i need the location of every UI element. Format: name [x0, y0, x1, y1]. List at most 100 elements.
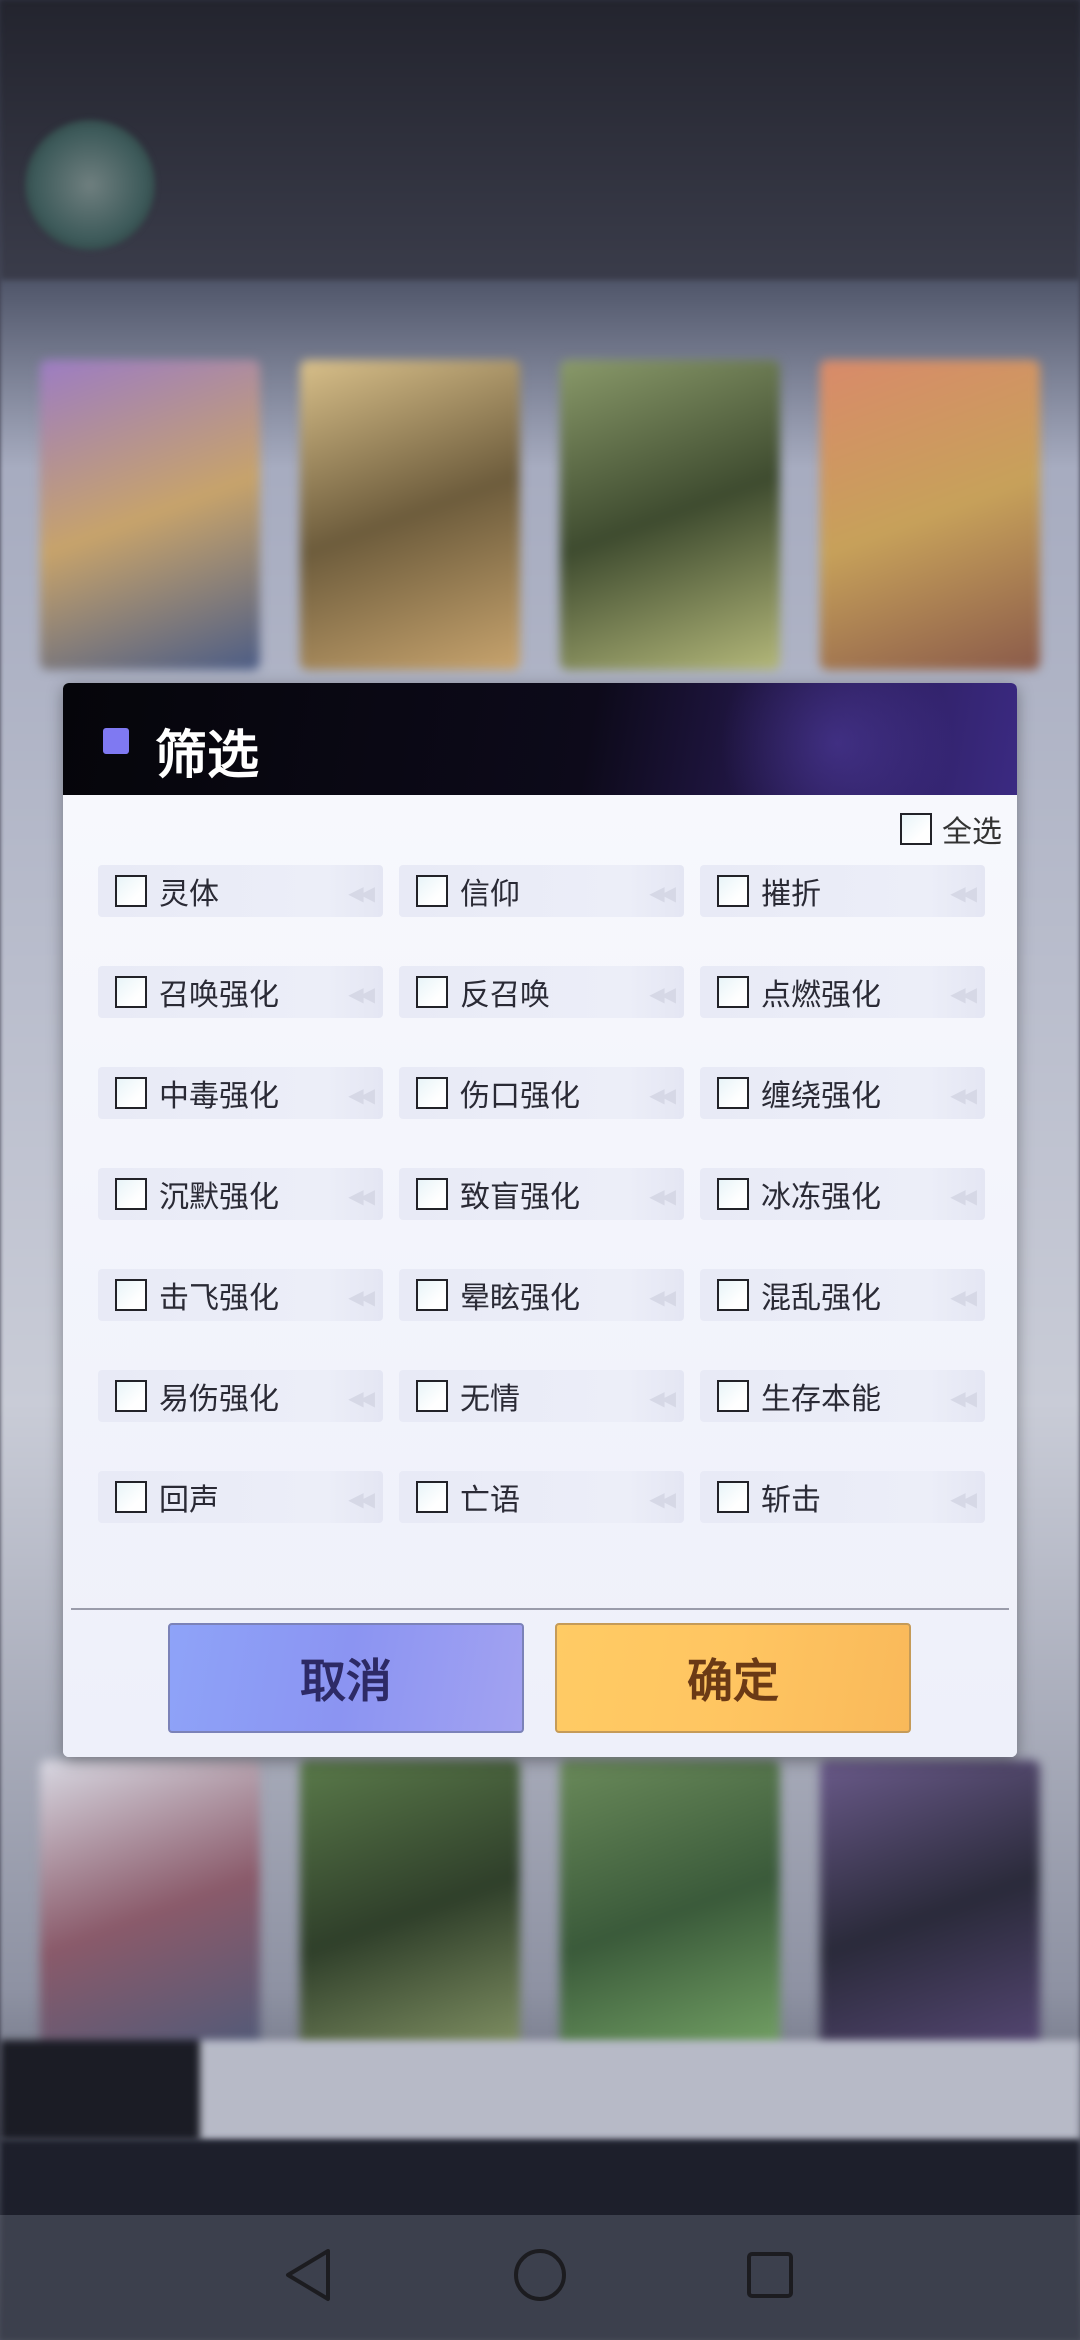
option-label: 伤口强化	[460, 1079, 580, 1114]
blurred-tab-bar	[0, 2040, 1080, 2140]
card-thumbnail	[560, 360, 780, 670]
option-checkbox[interactable]	[115, 976, 147, 1008]
option-checkbox[interactable]	[717, 976, 749, 1008]
filter-option[interactable]: 斩击 ◀◀	[700, 1471, 985, 1523]
decorative-chevron-icon: ◀◀	[649, 1083, 676, 1107]
option-label: 晕眩强化	[460, 1281, 580, 1316]
filter-option[interactable]: 亡语 ◀◀	[399, 1471, 684, 1523]
filter-dialog: 筛选 全选 灵体 ◀◀ 信仰 ◀◀ 摧折 ◀◀ 召唤强化 ◀◀ 反召唤 ◀◀ 点…	[63, 683, 1017, 1757]
option-label: 击飞强化	[159, 1281, 279, 1316]
dialog-title: 筛选	[155, 725, 260, 786]
divider	[71, 1608, 1009, 1610]
option-label: 点燃强化	[761, 978, 881, 1013]
option-checkbox[interactable]	[115, 1380, 147, 1412]
card-thumbnail	[40, 360, 260, 670]
option-checkbox[interactable]	[416, 1380, 448, 1412]
decorative-chevron-icon: ◀◀	[348, 1285, 375, 1309]
filter-option[interactable]: 混乱强化 ◀◀	[700, 1269, 985, 1321]
option-checkbox[interactable]	[416, 976, 448, 1008]
decorative-chevron-icon: ◀◀	[950, 982, 977, 1006]
filter-option[interactable]: 晕眩强化 ◀◀	[399, 1269, 684, 1321]
decorative-chevron-icon: ◀◀	[348, 1184, 375, 1208]
decorative-chevron-icon: ◀◀	[649, 1487, 676, 1511]
option-label: 反召唤	[460, 978, 550, 1013]
decorative-chevron-icon: ◀◀	[950, 1083, 977, 1107]
option-label: 召唤强化	[159, 978, 279, 1013]
filter-option[interactable]: 中毒强化 ◀◀	[98, 1067, 383, 1119]
card-thumbnail	[820, 360, 1040, 670]
recents-icon[interactable]	[740, 2245, 800, 2305]
filter-option[interactable]: 缠绕强化 ◀◀	[700, 1067, 985, 1119]
decorative-chevron-icon: ◀◀	[649, 1285, 676, 1309]
option-checkbox[interactable]	[115, 1178, 147, 1210]
filter-option[interactable]: 信仰 ◀◀	[399, 865, 684, 917]
back-icon[interactable]	[278, 2245, 338, 2305]
decorative-chevron-icon: ◀◀	[348, 1083, 375, 1107]
option-checkbox[interactable]	[416, 1077, 448, 1109]
option-label: 中毒强化	[159, 1079, 279, 1114]
option-checkbox[interactable]	[416, 875, 448, 907]
option-label: 灵体	[159, 877, 219, 912]
option-label: 斩击	[761, 1483, 821, 1518]
select-all-toggle[interactable]: 全选	[900, 807, 1002, 851]
option-checkbox[interactable]	[717, 1178, 749, 1210]
decorative-chevron-icon: ◀◀	[950, 1386, 977, 1410]
filter-option[interactable]: 致盲强化 ◀◀	[399, 1168, 684, 1220]
option-checkbox[interactable]	[416, 1178, 448, 1210]
card-thumbnail	[820, 1760, 1040, 2070]
filter-option[interactable]: 摧折 ◀◀	[700, 865, 985, 917]
decorative-chevron-icon: ◀◀	[950, 1285, 977, 1309]
option-label: 无情	[460, 1382, 520, 1417]
avatar	[25, 120, 155, 250]
select-all-checkbox[interactable]	[900, 813, 932, 845]
option-checkbox[interactable]	[115, 1481, 147, 1513]
option-label: 冰冻强化	[761, 1180, 881, 1215]
home-icon[interactable]	[510, 2245, 570, 2305]
card-thumbnail	[560, 1760, 780, 2070]
filter-option[interactable]: 击飞强化 ◀◀	[98, 1269, 383, 1321]
option-checkbox[interactable]	[717, 1481, 749, 1513]
decorative-chevron-icon: ◀◀	[348, 881, 375, 905]
option-checkbox[interactable]	[717, 1380, 749, 1412]
card-thumbnail	[300, 1760, 520, 2070]
decorative-chevron-icon: ◀◀	[649, 1184, 676, 1208]
dialog-header: 筛选	[63, 683, 1017, 833]
option-label: 回声	[159, 1483, 219, 1518]
option-label: 信仰	[460, 877, 520, 912]
decorative-chevron-icon: ◀◀	[649, 881, 676, 905]
option-checkbox[interactable]	[115, 875, 147, 907]
option-checkbox[interactable]	[717, 875, 749, 907]
option-checkbox[interactable]	[115, 1077, 147, 1109]
filter-option[interactable]: 召唤强化 ◀◀	[98, 966, 383, 1018]
select-all-label: 全选	[942, 815, 1002, 850]
option-label: 致盲强化	[460, 1180, 580, 1215]
filter-option[interactable]: 反召唤 ◀◀	[399, 966, 684, 1018]
filter-option[interactable]: 易伤强化 ◀◀	[98, 1370, 383, 1422]
filter-option[interactable]: 回声 ◀◀	[98, 1471, 383, 1523]
option-label: 缠绕强化	[761, 1079, 881, 1114]
option-checkbox[interactable]	[416, 1481, 448, 1513]
option-label: 混乱强化	[761, 1281, 881, 1316]
card-thumbnail	[40, 1760, 260, 2070]
option-checkbox[interactable]	[717, 1279, 749, 1311]
option-checkbox[interactable]	[717, 1077, 749, 1109]
filter-option[interactable]: 点燃强化 ◀◀	[700, 966, 985, 1018]
filter-option[interactable]: 冰冻强化 ◀◀	[700, 1168, 985, 1220]
filter-option[interactable]: 伤口强化 ◀◀	[399, 1067, 684, 1119]
option-checkbox[interactable]	[416, 1279, 448, 1311]
option-label: 生存本能	[761, 1382, 881, 1417]
confirm-button[interactable]: 确定	[555, 1623, 911, 1733]
dialog-body: 全选 灵体 ◀◀ 信仰 ◀◀ 摧折 ◀◀ 召唤强化 ◀◀ 反召唤 ◀◀ 点燃强化…	[63, 795, 1017, 1757]
decorative-chevron-icon: ◀◀	[348, 1487, 375, 1511]
filter-option[interactable]: 灵体 ◀◀	[98, 865, 383, 917]
card-thumbnail	[300, 360, 520, 670]
cancel-button[interactable]: 取消	[168, 1623, 524, 1733]
filter-option[interactable]: 无情 ◀◀	[399, 1370, 684, 1422]
decorative-chevron-icon: ◀◀	[950, 1487, 977, 1511]
option-label: 沉默强化	[159, 1180, 279, 1215]
option-checkbox[interactable]	[115, 1279, 147, 1311]
filter-option[interactable]: 沉默强化 ◀◀	[98, 1168, 383, 1220]
header-square-icon	[103, 728, 129, 754]
filter-option[interactable]: 生存本能 ◀◀	[700, 1370, 985, 1422]
option-label: 摧折	[761, 877, 821, 912]
